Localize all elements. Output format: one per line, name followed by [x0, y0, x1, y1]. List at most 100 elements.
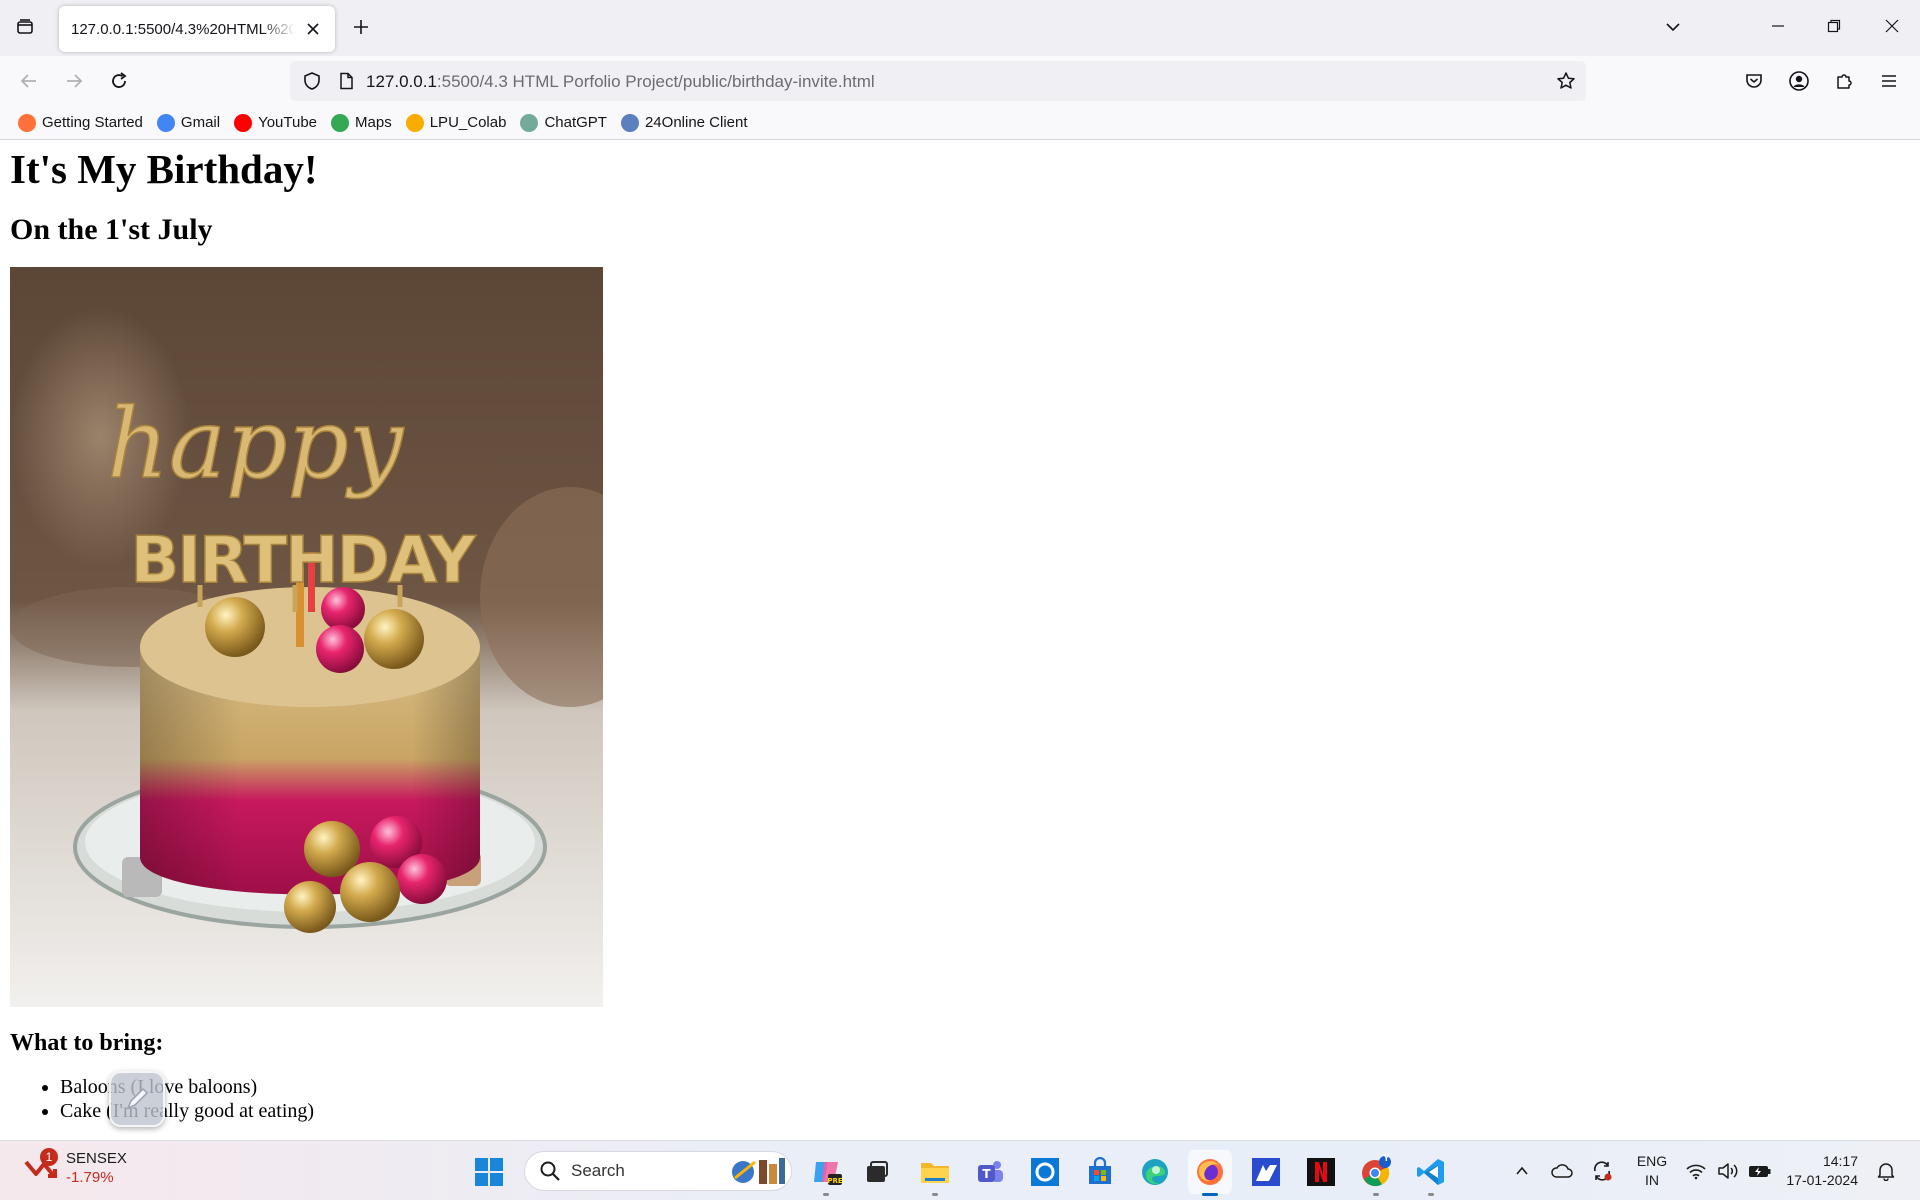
svg-text:PRE: PRE	[827, 1177, 842, 1185]
start-button[interactable]	[467, 1150, 511, 1194]
task-view-icon	[867, 1161, 888, 1182]
pocket-icon	[1746, 74, 1762, 88]
pencil-icon	[126, 1087, 149, 1110]
list-all-tabs-button[interactable]	[1656, 10, 1690, 44]
tab-strip: 127.0.0.1:5500/4.3%20HTML%20Porfolio%20P…	[0, 0, 1920, 56]
input-language-button[interactable]: ENG IN	[1630, 1152, 1674, 1190]
page-content: It's My Birthday! On the 1'st July happy…	[0, 141, 1920, 1140]
bring-list: Baloons (I love baloons) Cake (I'm reall…	[10, 1075, 1920, 1123]
extensions-button[interactable]	[1827, 64, 1861, 98]
puzzle-icon	[1837, 74, 1852, 89]
list-item: Baloons (I love baloons)	[60, 1075, 1920, 1099]
window-close-button[interactable]	[1864, 0, 1920, 52]
taskbar-clock[interactable]: 14:17 17-01-2024	[1784, 1152, 1858, 1190]
volume-icon	[1716, 1157, 1740, 1185]
sync-icon	[1593, 1161, 1612, 1181]
page-subheading: On the 1'st July	[10, 213, 213, 246]
windows-taskbar: 1 SENSEX -1.79% Search PRE T Y ENG IN 14…	[0, 1140, 1920, 1200]
stock-trend-icon: 1	[22, 1148, 58, 1186]
taskbar-edge[interactable]	[1133, 1150, 1177, 1194]
account-button[interactable]	[1782, 64, 1816, 98]
site-info-button[interactable]	[334, 69, 358, 93]
window-minimize-button[interactable]	[1750, 0, 1806, 52]
browser-tab-active[interactable]: 127.0.0.1:5500/4.3%20HTML%20Porfolio%20P…	[59, 6, 335, 52]
app-menu-button[interactable]	[1872, 64, 1906, 98]
taskbar-vscode[interactable]	[1409, 1150, 1453, 1196]
notifications-button[interactable]	[1872, 1157, 1900, 1185]
tracking-protection-button[interactable]	[300, 69, 324, 93]
bookmark-item[interactable]: Gmail	[151, 109, 226, 137]
chevron-up-icon	[1516, 1166, 1528, 1175]
bookmark-label: LPU_Colab	[429, 114, 507, 131]
bookmark-star-button[interactable]	[1554, 69, 1578, 93]
pocket-button[interactable]	[1737, 64, 1771, 98]
arrow-left-icon	[20, 74, 36, 88]
cloud-icon	[1551, 1164, 1573, 1178]
navigation-toolbar: 127.0.0.1:5500/4.3 HTML Porfolio Project…	[0, 56, 1920, 106]
edge-icon	[1142, 1159, 1168, 1185]
cloud-icon	[620, 113, 639, 132]
taskbar-chrome[interactable]: Y	[1354, 1150, 1398, 1196]
back-button[interactable]	[12, 64, 46, 98]
store-icon	[1089, 1157, 1111, 1184]
account-icon	[1789, 71, 1809, 91]
bookmarks-toolbar: Getting Started Gmail YouTube Maps LPU_Colab…	[0, 106, 1920, 140]
url-text[interactable]: 127.0.0.1:5500/4.3 HTML Porfolio Project…	[366, 72, 875, 92]
wifi-icon	[1684, 1157, 1708, 1185]
taskbar-file-explorer[interactable]	[913, 1150, 957, 1196]
bring-heading: What to bring:	[10, 1030, 164, 1056]
bookmark-item[interactable]: Maps	[325, 109, 398, 137]
page-heading: It's My Birthday!	[10, 146, 318, 192]
clock-date: 17-01-2024	[1786, 1172, 1858, 1188]
topper-birthday-text: BIRTHDAY	[130, 524, 476, 598]
tab-close-button[interactable]	[301, 17, 325, 41]
new-tab-button[interactable]	[344, 10, 378, 44]
taskbar-firefox[interactable]	[1188, 1150, 1232, 1196]
taskbar-power-automate[interactable]	[1244, 1150, 1288, 1194]
bookmark-item[interactable]: Getting Started	[12, 109, 149, 137]
maps-icon	[331, 113, 350, 132]
taskbar-teams[interactable]: T	[968, 1150, 1012, 1194]
list-item: Cake (I'm really good at eating)	[60, 1099, 1920, 1123]
youtube-icon	[234, 113, 253, 132]
taskbar-copilot[interactable]: PRE	[804, 1150, 848, 1196]
floating-edit-widget[interactable]	[109, 1071, 165, 1127]
stock-change: -1.79%	[66, 1169, 114, 1186]
onedrive-tray-button[interactable]	[1548, 1157, 1576, 1185]
taskbar-netflix[interactable]	[1299, 1150, 1343, 1194]
powerautomate-icon	[1252, 1158, 1280, 1186]
netflix-icon	[1307, 1158, 1335, 1186]
bookmark-label: ChatGPT	[544, 114, 607, 131]
star-icon	[1557, 72, 1575, 89]
window-restore-button[interactable]	[1806, 0, 1862, 52]
bookmark-item[interactable]: YouTube	[228, 109, 323, 137]
plus-icon	[354, 20, 368, 34]
taskbar-search[interactable]: Search	[524, 1151, 792, 1191]
tab-list-button[interactable]	[8, 10, 42, 44]
folder-icon	[921, 1163, 949, 1183]
stock-name: SENSEX	[66, 1150, 127, 1167]
restore-icon	[1827, 19, 1841, 33]
address-bar[interactable]: 127.0.0.1:5500/4.3 HTML Porfolio Project…	[290, 61, 1586, 101]
close-icon	[1885, 19, 1899, 33]
windows-start-icon	[475, 1158, 503, 1186]
taskbar-store[interactable]	[1078, 1150, 1122, 1194]
firefox-icon	[1197, 1159, 1223, 1185]
show-hidden-icons-button[interactable]	[1508, 1157, 1536, 1185]
forward-button[interactable]	[57, 64, 91, 98]
bookmark-item[interactable]: 24Online Client	[615, 109, 754, 137]
bookmark-item[interactable]: LPU_Colab	[400, 109, 513, 137]
quick-settings-button[interactable]	[1684, 1157, 1772, 1185]
cortana-icon	[1031, 1158, 1059, 1186]
bookmark-item[interactable]: ChatGPT	[514, 109, 613, 137]
minimize-icon	[1772, 25, 1784, 27]
reload-button[interactable]	[102, 64, 136, 98]
taskbar-task-view[interactable]	[855, 1150, 899, 1194]
search-highlight-icon	[732, 1158, 785, 1184]
sync-tray-button[interactable]	[1588, 1157, 1616, 1185]
copilot-icon: PRE	[814, 1162, 842, 1185]
stock-widget[interactable]: 1 SENSEX -1.79%	[22, 1148, 127, 1187]
colab-icon	[405, 113, 424, 132]
taskbar-cortana[interactable]	[1023, 1150, 1067, 1194]
clock-time: 14:17	[1822, 1153, 1858, 1169]
